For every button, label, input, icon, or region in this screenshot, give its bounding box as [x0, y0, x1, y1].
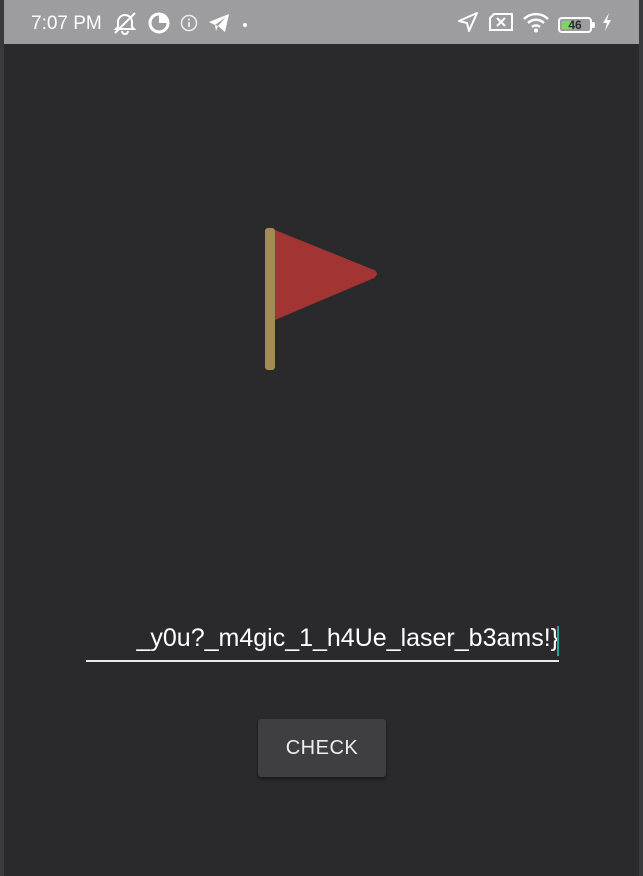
telegram-icon [208, 13, 230, 38]
wifi-icon [523, 11, 549, 38]
battery-icon: 46 [558, 16, 595, 33]
status-bar: 7:07 PM 46 [4, 0, 639, 44]
status-right-icons: 46 [457, 11, 613, 38]
location-icon [457, 11, 479, 38]
text-cursor [557, 626, 559, 656]
info-icon [180, 14, 198, 37]
charging-icon [601, 12, 613, 37]
battery-nub [592, 21, 595, 28]
status-left-icons [112, 11, 250, 40]
screen-edge-right [639, 0, 643, 876]
flag-input[interactable] [86, 616, 559, 662]
flag-icon [262, 226, 386, 374]
alarm-off-icon [112, 11, 138, 40]
status-time: 7:07 PM [31, 13, 102, 34]
app-screen: 7:07 PM 46 _y0u?_m4gic_1_h4Ue_laser_b3am… [0, 0, 643, 876]
check-button[interactable]: CHECK [258, 719, 386, 777]
no-sim-icon [488, 12, 514, 37]
battery-level: 46 [568, 17, 582, 32]
screen-edge-left [0, 0, 4, 876]
dot-icon [240, 17, 250, 35]
data-saver-icon [148, 12, 170, 39]
